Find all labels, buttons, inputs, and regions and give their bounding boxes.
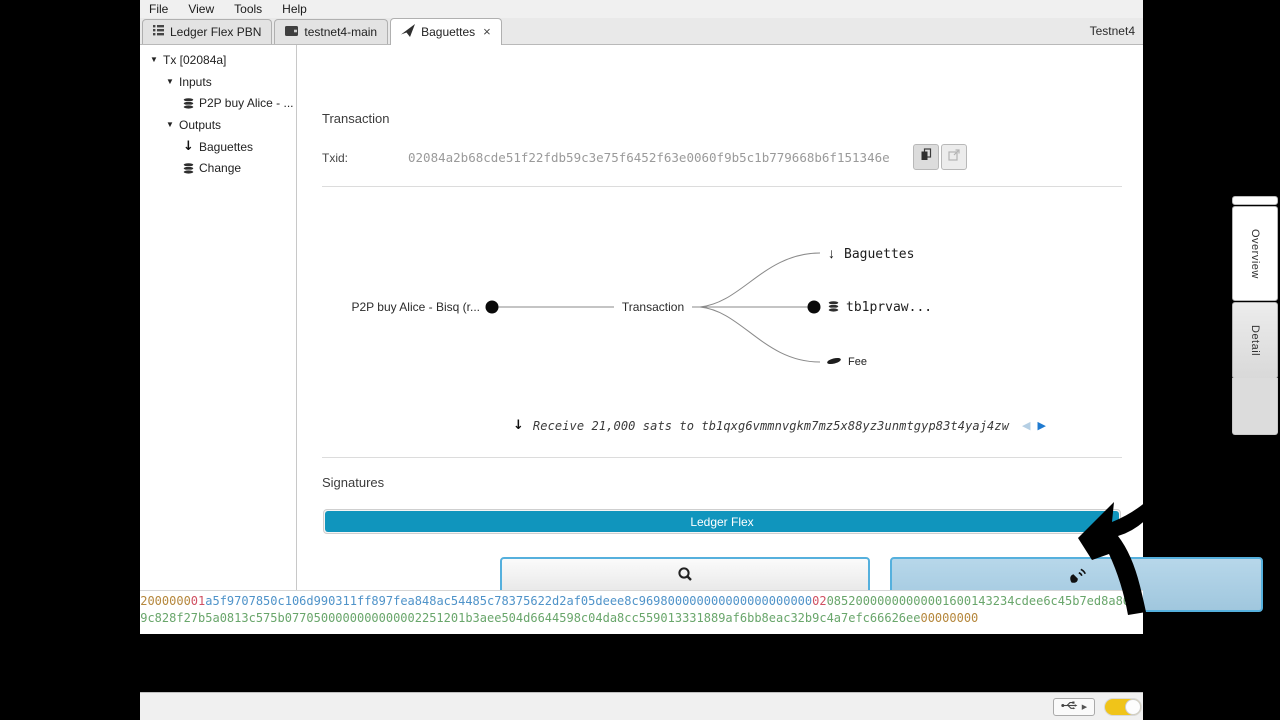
output-node-dot[interactable]	[808, 301, 821, 314]
diagram-hub-label: Transaction	[622, 300, 684, 314]
receive-text: Receive 21,000 sats to tb1qxg6vmmnvgkm7m…	[533, 419, 1009, 433]
expander-icon[interactable]: ▼	[164, 120, 176, 129]
usb-icon	[1061, 698, 1079, 716]
tab-ledger-flex-pbn[interactable]: Ledger Flex PBN	[142, 19, 272, 44]
tab-testnet4-main[interactable]: testnet4-main	[274, 19, 388, 44]
copy-icon	[920, 148, 932, 166]
txid-label: Txid:	[322, 151, 348, 165]
transaction-heading: Transaction	[322, 111, 389, 126]
signer-bar: Ledger Flex	[325, 511, 1119, 532]
prev-output-button[interactable]: ◀	[1022, 419, 1030, 433]
tab-label: Ledger Flex PBN	[170, 25, 261, 39]
down-arrow-icon: ↓	[513, 418, 524, 433]
tab-bar: Ledger Flex PBN testnet4-main Baguettes …	[140, 18, 1143, 45]
expander-icon[interactable]: ▼	[164, 77, 176, 86]
side-tab-panel	[1232, 378, 1278, 435]
down-arrow-icon: ↓	[181, 139, 196, 154]
tree-item-p2p-buy-alice[interactable]: P2P buy Alice - ...	[140, 92, 296, 114]
magnifier-icon	[676, 566, 694, 586]
next-output-button[interactable]: ▶	[1038, 419, 1046, 433]
app-window: File View Tools Help Ledger Flex PBN	[140, 0, 1143, 634]
screen: File View Tools Help Ledger Flex PBN	[0, 0, 1280, 720]
tab-label: Overview	[1249, 229, 1261, 279]
menu-help[interactable]: Help	[272, 0, 317, 18]
wallet-icon	[285, 25, 298, 39]
external-link-icon	[948, 148, 960, 166]
tab-overview[interactable]: Overview	[1232, 206, 1278, 301]
tab-label: Baguettes	[421, 25, 475, 39]
network-label: Testnet4	[1090, 24, 1135, 38]
signer-label: Ledger Flex	[690, 515, 753, 529]
toggle-knob[interactable]	[1125, 699, 1141, 715]
diagram-output-fee[interactable]: Fee	[848, 356, 867, 368]
sidebar-tree: ▼ Tx [02084a] ▼ Inputs P2P buy Alice - .…	[140, 45, 297, 590]
status-bar: ▶	[140, 692, 1143, 720]
send-icon	[401, 24, 415, 40]
coins-icon	[181, 162, 196, 175]
tree-label: Outputs	[179, 118, 221, 132]
network-toggle[interactable]	[1104, 698, 1142, 716]
hex-text: 0200000001a5f9707850c106d990311ff897fea8…	[140, 593, 1143, 626]
input-node-dot[interactable]	[486, 301, 499, 314]
divider	[322, 186, 1122, 187]
side-tab-partial	[1232, 196, 1278, 205]
close-icon[interactable]: ×	[483, 26, 491, 38]
menu-view[interactable]: View	[178, 0, 224, 18]
annotation-arrow	[1076, 496, 1154, 621]
raw-transaction-hex[interactable]: 0200000001a5f9707850c106d990311ff897fea8…	[140, 590, 1143, 634]
menu-tools[interactable]: Tools	[224, 0, 272, 18]
tree-label: Change	[199, 161, 241, 175]
receive-status-row: ↓ Receive 21,000 sats to tb1qxg6vmmnvgkm…	[322, 418, 1142, 433]
open-external-button[interactable]	[941, 144, 967, 170]
transaction-diagram[interactable]: P2P buy Alice - Bisq (r... Transaction ↓…	[322, 195, 1062, 390]
menu-file[interactable]: File	[140, 0, 178, 18]
tree-label: P2P buy Alice - ...	[199, 96, 294, 110]
usb-device-button[interactable]: ▶	[1053, 698, 1095, 716]
tree-label: Inputs	[179, 75, 212, 89]
fee-icon	[827, 357, 842, 365]
diagram-input-label[interactable]: P2P buy Alice - Bisq (r...	[351, 300, 480, 314]
tab-label: Detail	[1249, 325, 1261, 356]
signature-progress: Ledger Flex	[323, 509, 1121, 534]
tree-item-inputs[interactable]: ▼ Inputs	[140, 71, 296, 93]
signatures-heading: Signatures	[322, 475, 384, 490]
diagram-output-baguettes[interactable]: Baguettes	[844, 247, 914, 262]
tree-label: Baguettes	[199, 140, 253, 154]
diagram-output-address[interactable]: tb1prvaw...	[846, 300, 932, 315]
down-arrow-icon: ↓	[828, 245, 835, 261]
grid-icon	[153, 25, 164, 39]
tree-item-tx[interactable]: ▼ Tx [02084a]	[140, 49, 296, 71]
copy-button[interactable]	[913, 144, 939, 170]
tab-baguettes[interactable]: Baguettes ×	[390, 18, 502, 45]
play-icon: ▶	[1082, 703, 1087, 711]
tree-item-baguettes[interactable]: ↓ Baguettes	[140, 136, 296, 158]
coins-icon	[828, 301, 838, 312]
tab-detail[interactable]: Detail	[1232, 302, 1278, 379]
txid-value: 02084a2b68cde51f22fdb59c3e75f6452f63e006…	[408, 150, 890, 165]
tree-item-outputs[interactable]: ▼ Outputs	[140, 114, 296, 136]
tree-label: Tx [02084a]	[163, 53, 226, 67]
divider	[322, 457, 1122, 458]
tree-item-change[interactable]: Change	[140, 157, 296, 179]
main-panel: Transaction Txid: 02084a2b68cde51f22fdb5…	[298, 45, 1143, 590]
expander-icon[interactable]: ▼	[148, 55, 160, 64]
menu-bar: File View Tools Help	[140, 0, 1143, 18]
coins-icon	[181, 97, 196, 110]
tab-label: testnet4-main	[304, 25, 377, 39]
